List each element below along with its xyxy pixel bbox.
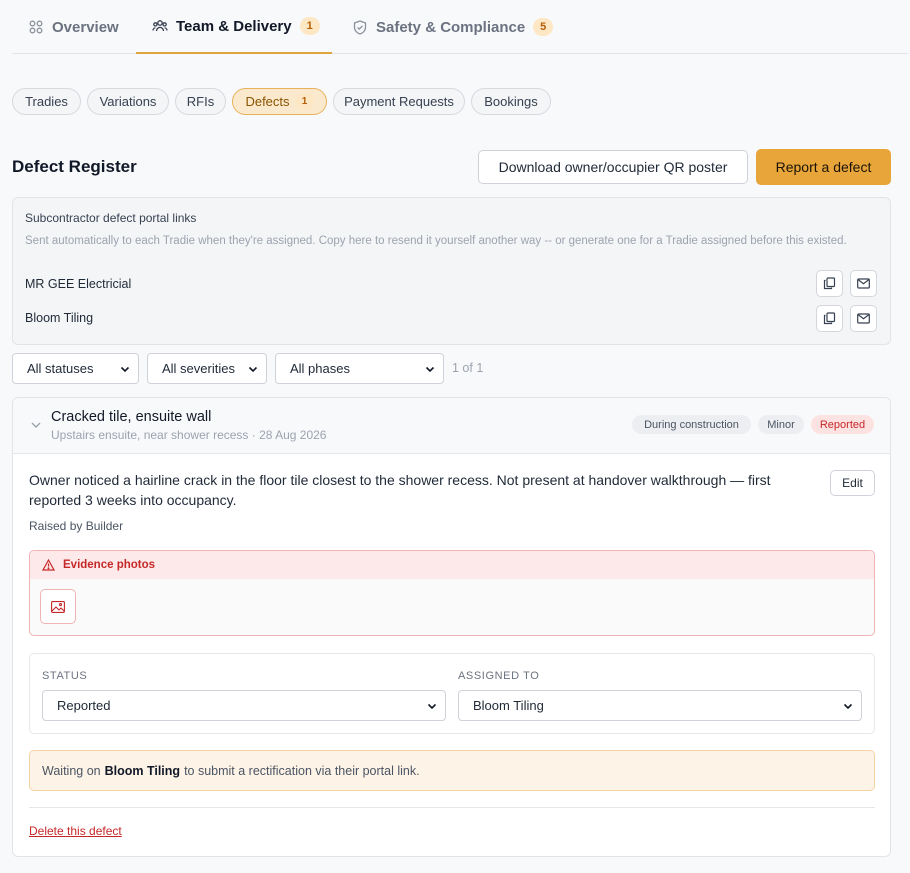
phase-tag: During construction <box>632 415 751 434</box>
waiting-suffix: to submit a rectification via their port… <box>184 763 420 778</box>
subtab-label: Payment Requests <box>344 94 454 109</box>
severity-filter-select[interactable]: All severities <box>147 353 267 384</box>
download-qr-poster-button[interactable]: Download owner/occupier QR poster <box>478 150 748 184</box>
add-photo-button[interactable] <box>40 589 76 624</box>
subtab-label: Defects <box>245 94 290 109</box>
email-link-button[interactable] <box>850 270 877 297</box>
team-icon <box>152 18 168 34</box>
subtab-label: RFIs <box>186 94 215 109</box>
subtab-badge: 1 <box>295 93 314 110</box>
portal-contact-name: Bloom Tiling <box>25 311 94 325</box>
chevron-down-icon <box>427 703 437 710</box>
status-filter-select[interactable]: All statuses <box>12 353 139 384</box>
status-badge: Reported <box>811 415 874 434</box>
tab-team-delivery[interactable]: Team & Delivery 1 <box>136 0 332 54</box>
copy-icon <box>823 312 836 325</box>
assigned-to-value: Bloom Tiling <box>473 698 544 713</box>
severity-tag: Minor <box>758 415 804 434</box>
status-filter-value: All statuses <box>27 361 94 376</box>
portal-contact-name: MR GEE Electricial <box>25 277 132 291</box>
phase-filter-select[interactable]: All phases <box>275 353 444 384</box>
report-defect-button[interactable]: Report a defect <box>756 149 891 185</box>
raised-by-prefix: Raised by <box>29 519 83 533</box>
assigned-to-label: ASSIGNED TO <box>458 670 540 682</box>
defect-description: Owner noticed a hairline crack in the fl… <box>29 472 771 508</box>
waiting-prefix: Waiting on <box>42 763 101 778</box>
mail-icon <box>857 313 870 324</box>
email-link-button[interactable] <box>850 305 877 332</box>
chevron-down-icon <box>843 703 853 710</box>
tab-safety-compliance[interactable]: Safety & Compliance 5 <box>336 0 566 54</box>
subtab-variations[interactable]: Variations <box>87 88 169 115</box>
subtab-rfis[interactable]: RFIs <box>175 88 226 115</box>
raised-by-value: Builder <box>85 519 124 533</box>
copy-link-button[interactable] <box>816 270 843 297</box>
tab-overview-label: Overview <box>52 18 119 36</box>
severity-filter-value: All severities <box>162 361 235 376</box>
tab-badge: 1 <box>299 17 320 35</box>
evidence-label: Evidence photos <box>63 559 156 571</box>
chevron-down-icon <box>120 366 130 373</box>
copy-icon <box>823 277 836 290</box>
shield-icon <box>352 19 368 35</box>
defect-card: Cracked tile, ensuite wall Upstairs ensu… <box>12 397 891 857</box>
status-select-value: Reported <box>57 698 111 713</box>
waiting-tradie-name: Bloom Tiling <box>104 763 181 778</box>
waiting-notice: Waiting on Bloom Tiling to submit a rect… <box>29 750 875 791</box>
portal-description: Sent automatically to each Tradie when t… <box>25 235 847 247</box>
evidence-photos-panel: Evidence photos <box>29 550 875 636</box>
defect-subtitle: Upstairs ensuite, near shower recess · 2… <box>51 428 327 442</box>
defect-title: Cracked tile, ensuite wall <box>51 409 212 425</box>
status-label: STATUS <box>42 670 88 682</box>
warning-icon <box>42 559 55 571</box>
subtab-defects[interactable]: Defects 1 <box>232 88 327 115</box>
portal-links-panel: Subcontractor defect portal links Sent a… <box>12 197 891 345</box>
result-count: 1 of 1 <box>452 361 484 375</box>
raised-by: Raised by Builder <box>29 519 123 533</box>
delete-defect-link[interactable]: Delete this defect <box>29 824 122 838</box>
main-tabs: Overview Team & Delivery 1 Safety & Comp… <box>12 0 908 54</box>
status-select[interactable]: Reported <box>42 690 446 721</box>
subtab-label: Tradies <box>25 94 68 109</box>
divider <box>29 807 875 808</box>
chevron-down-icon <box>425 366 435 373</box>
assigned-to-select[interactable]: Bloom Tiling <box>458 690 862 721</box>
tab-overview[interactable]: Overview <box>12 0 136 54</box>
subtab-label: Variations <box>99 94 157 109</box>
subtab-label: Bookings <box>484 94 538 109</box>
edit-button[interactable]: Edit <box>830 470 875 496</box>
tab-safety-compliance-label: Safety & Compliance <box>376 18 526 36</box>
chevron-down-icon[interactable] <box>30 420 42 430</box>
image-icon <box>51 600 65 613</box>
subtab-tradies[interactable]: Tradies <box>12 88 81 115</box>
subtab-payment-requests[interactable]: Payment Requests <box>333 88 465 115</box>
subtab-bookings[interactable]: Bookings <box>471 88 551 115</box>
evidence-header: Evidence photos <box>30 551 874 579</box>
grid-icon <box>28 19 44 35</box>
defect-header[interactable]: Cracked tile, ensuite wall Upstairs ensu… <box>13 398 890 454</box>
mail-icon <box>857 278 870 289</box>
status-assignment-panel: STATUS Reported ASSIGNED TO Bloom Tiling <box>29 653 875 734</box>
portal-title: Subcontractor defect portal links <box>25 211 197 225</box>
phase-filter-value: All phases <box>290 361 350 376</box>
copy-link-button[interactable] <box>816 305 843 332</box>
tab-team-delivery-label: Team & Delivery <box>176 17 292 35</box>
tab-badge: 5 <box>533 18 554 36</box>
page-title: Defect Register <box>12 157 137 176</box>
chevron-down-icon <box>248 366 258 373</box>
